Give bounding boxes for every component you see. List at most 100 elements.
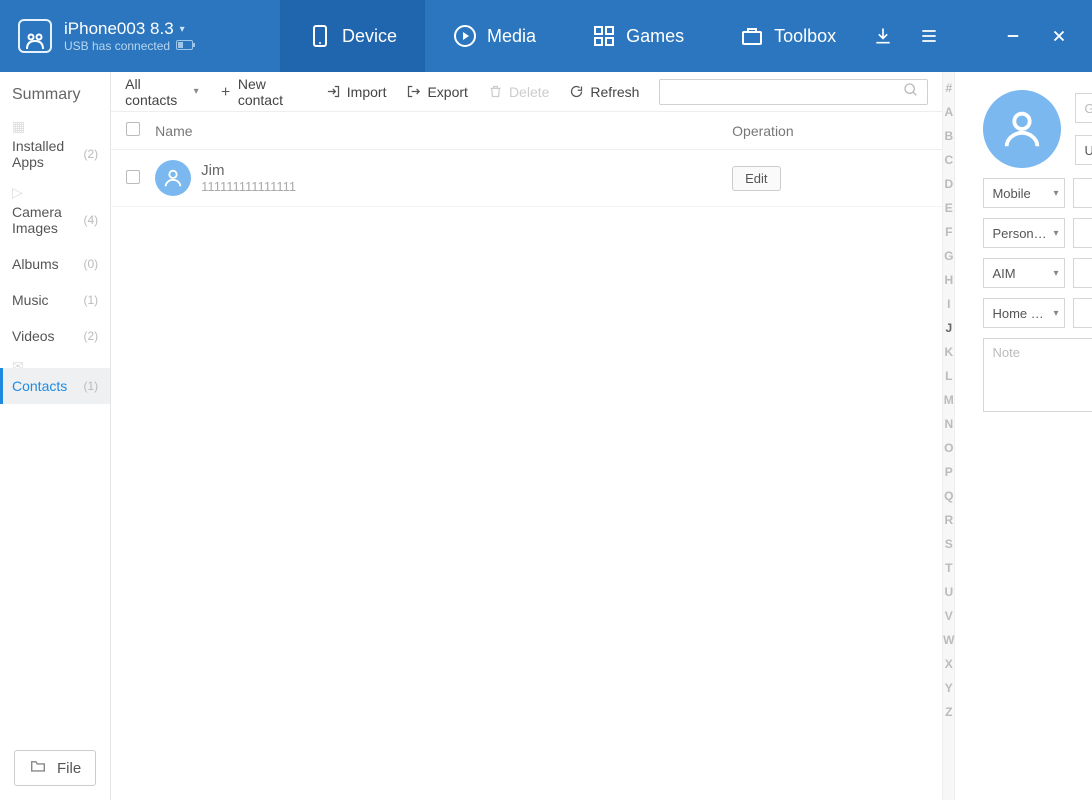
sidebar-item-music[interactable]: Music(1) [0,282,110,318]
select-value: Person… [992,226,1046,241]
alpha-letter[interactable]: U [943,580,954,604]
export-button[interactable]: Export [406,84,467,100]
alpha-letter[interactable]: P [943,460,954,484]
sidebar-summary[interactable]: Summary [0,72,110,114]
alpha-letter[interactable]: F [943,220,954,244]
im-type-select[interactable]: AIM ▾ [983,258,1065,288]
contact-phone: 111111111111111 [201,179,296,194]
filter-all-contacts[interactable]: All contacts▾ [125,76,198,108]
sidebar-item-apps[interactable]: Installed Apps(2) [0,128,110,180]
im-input[interactable] [1073,258,1092,288]
row-checkbox[interactable] [126,170,140,184]
minimize-icon[interactable] [1000,23,1026,49]
address-type-select[interactable]: Home …▾ [983,298,1065,328]
play-icon [453,24,477,48]
search-box[interactable] [659,79,928,105]
refresh-button[interactable]: Refresh [569,84,639,100]
email-type-select[interactable]: Person…▾ [983,218,1065,248]
alpha-letter[interactable]: L [943,364,954,388]
alpha-letter[interactable]: C [943,148,954,172]
device-name-dropdown[interactable]: iPhone003 8.3 ▾ [64,19,196,39]
edit-button[interactable]: Edit [732,166,780,191]
grid-small-icon: ▦ [0,114,110,128]
sidebar-count: (1) [84,379,99,393]
table-row[interactable]: Jim 111111111111111 Edit [111,150,942,207]
alpha-letter[interactable]: J [943,316,954,340]
alpha-letter[interactable]: D [943,172,954,196]
nav-toolbox[interactable]: Toolbox [712,0,864,72]
nav-games-label: Games [626,26,684,47]
chevron-down-icon: ▾ [1053,268,1058,279]
alpha-letter[interactable]: Y [943,676,954,700]
contact-avatar-large-icon[interactable] [983,90,1061,168]
alpha-letter[interactable]: Z [943,700,954,724]
column-name: Name [155,123,732,139]
alpha-letter[interactable]: K [943,340,954,364]
device-name: iPhone003 8.3 [64,19,174,39]
address-input[interactable] [1073,298,1092,328]
sidebar-count: (0) [84,257,99,271]
alpha-letter[interactable]: T [943,556,954,580]
search-input[interactable] [668,83,903,100]
menu-icon[interactable] [916,23,942,49]
alpha-letter[interactable]: N [943,412,954,436]
sidebar-item-label: Contacts [12,378,67,394]
alpha-letter[interactable]: Q [943,484,954,508]
sidebar-summary-label: Summary [12,86,80,104]
import-button[interactable]: Import [326,84,387,100]
topbar: iPhone003 8.3 ▾ USB has connected Device… [0,0,1092,72]
tool-label: Import [347,84,387,100]
sidebar-item-videos[interactable]: Videos(2) [0,318,110,354]
nav-games[interactable]: Games [564,0,712,72]
alpha-letter[interactable]: # [943,76,954,100]
alpha-letter[interactable]: R [943,508,954,532]
sidebar-item-label: Camera Images [12,204,84,236]
group-value: Ungrouped [1084,143,1092,158]
note-input[interactable] [983,338,1092,412]
search-icon[interactable] [903,82,919,101]
alpha-letter[interactable]: I [943,292,954,316]
file-button[interactable]: File [14,750,96,786]
topbar-right [870,0,1092,72]
phone-input[interactable] [1073,178,1092,208]
alpha-letter[interactable]: H [943,268,954,292]
group-select[interactable]: Ungrouped▾ [1075,135,1092,165]
select-all-checkbox[interactable] [126,122,140,136]
alpha-letter[interactable]: X [943,652,954,676]
alpha-letter[interactable]: O [943,436,954,460]
sidebar-item-contacts[interactable]: Contacts (1) [0,368,110,404]
contact-list-area: All contacts▾ New contact Import Export … [111,72,943,800]
delete-button: Delete [488,84,549,100]
alpha-letter[interactable]: G [943,244,954,268]
device-status: USB has connected [64,39,170,53]
alpha-letter[interactable]: V [943,604,954,628]
folder-icon [29,759,47,777]
contact-detail: Ungrouped▾ Mobile▾ + Person…▾ + AIM▾ + H… [955,72,1092,800]
close-icon[interactable] [1046,23,1072,49]
tool-label: Delete [509,84,549,100]
contact-name: Jim [201,162,296,179]
alpha-letter[interactable]: S [943,532,954,556]
select-value: AIM [992,266,1015,281]
column-operation: Operation [732,123,942,139]
nav-media[interactable]: Media [425,0,564,72]
sidebar-item-albums[interactable]: Albums (0) [0,246,110,282]
alpha-letter[interactable]: B [943,124,954,148]
tool-label: Refresh [590,84,639,100]
table-header: Name Operation [111,112,942,150]
battery-icon [176,39,196,53]
sidebar-item-camera[interactable]: Camera Images(4) [0,194,110,246]
given-name-input[interactable] [1075,93,1092,123]
alpha-letter[interactable]: M [943,388,954,412]
app-logo-icon [18,19,52,53]
alpha-letter[interactable]: W [943,628,954,652]
new-contact-button[interactable]: New contact [219,76,306,108]
sidebar-count: (1) [84,293,99,307]
email-input[interactable] [1073,218,1092,248]
download-icon[interactable] [870,23,896,49]
alpha-letter[interactable]: E [943,196,954,220]
phone-type-select[interactable]: Mobile▾ [983,178,1065,208]
alpha-letter[interactable]: A [943,100,954,124]
nav-device[interactable]: Device [280,0,425,72]
sidebar-item-label: Albums [12,256,59,272]
